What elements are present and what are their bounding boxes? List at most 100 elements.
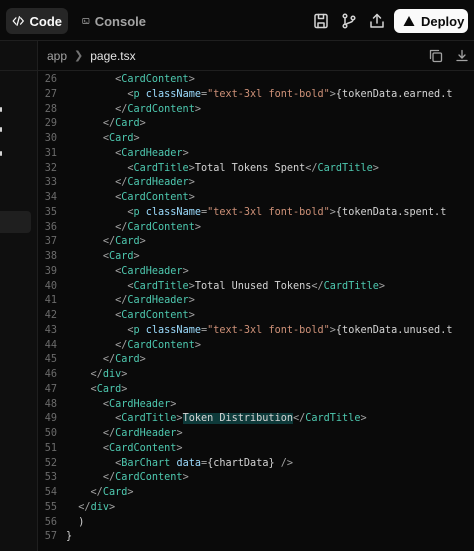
line-number: 53 bbox=[44, 472, 57, 484]
chevron-right-icon: ❯ bbox=[74, 50, 84, 62]
line-number: 57 bbox=[44, 531, 57, 543]
line-number: 38 bbox=[44, 251, 57, 262]
code-token: CardHeader bbox=[115, 428, 177, 439]
code-token: div bbox=[102, 369, 122, 380]
code-token: CardContent bbox=[108, 442, 177, 454]
line-text: </CardHeader> bbox=[66, 427, 183, 442]
line-text: <CardContent> bbox=[66, 442, 183, 457]
tree-item-selected[interactable] bbox=[0, 211, 31, 233]
code-token: </ bbox=[115, 221, 128, 233]
line-number: 35 bbox=[44, 206, 57, 218]
line-number: 52 bbox=[44, 457, 57, 469]
code-token: </ bbox=[102, 236, 116, 248]
branch-icon[interactable] bbox=[339, 11, 359, 31]
code-line: 32 <CardTitle>Total Tokens Spent</CardTi… bbox=[38, 162, 474, 177]
line-text: } bbox=[66, 530, 72, 545]
line-text: </CardHeader> bbox=[66, 294, 195, 309]
line-number: 37 bbox=[44, 236, 57, 248]
code-line: 46 </div> bbox=[38, 368, 474, 383]
share-icon[interactable] bbox=[367, 11, 387, 31]
line-text: <p className="text-3xl font-bold">{token… bbox=[66, 324, 452, 339]
breadcrumb-file[interactable]: page.tsx bbox=[90, 49, 135, 63]
line-number: 32 bbox=[44, 162, 57, 174]
line-number: 43 bbox=[44, 324, 57, 336]
code-token: Total Unused Tokens bbox=[194, 280, 312, 292]
code-token: CardContent bbox=[115, 472, 183, 484]
code-token: > bbox=[170, 398, 177, 410]
line-number: 29 bbox=[44, 118, 57, 130]
save-icon[interactable] bbox=[311, 11, 331, 31]
search-highlight: Token Distribution bbox=[182, 413, 293, 425]
code-token: CardHeader bbox=[127, 295, 189, 307]
code-token: > bbox=[182, 265, 189, 277]
code-area[interactable]: 26 <CardContent> 27 <p className="text-3x… bbox=[38, 73, 474, 551]
code-line: 44 </CardContent> bbox=[38, 339, 474, 354]
sidebar-header bbox=[0, 41, 38, 71]
code-line: 51 <CardContent> bbox=[38, 442, 474, 457]
code-line: 34 <CardContent> bbox=[38, 191, 474, 206]
code-token: CardTitle bbox=[133, 280, 189, 292]
tree-item-marker[interactable] bbox=[0, 107, 2, 112]
triangle-icon bbox=[403, 16, 415, 26]
download-icon[interactable] bbox=[454, 48, 470, 64]
code-line: 43 <p className="text-3xl font-bold">{to… bbox=[38, 324, 474, 339]
code-token: > bbox=[139, 354, 146, 366]
file-sidebar bbox=[0, 41, 38, 551]
code-token: > bbox=[182, 147, 189, 159]
line-text: </Card> bbox=[66, 353, 146, 368]
code-token: Card bbox=[96, 383, 122, 395]
code-token: </ bbox=[311, 280, 324, 292]
code-token: </ bbox=[115, 177, 128, 189]
line-number: 31 bbox=[44, 147, 57, 159]
code-token: > bbox=[378, 280, 385, 292]
line-number: 41 bbox=[44, 295, 57, 307]
code-line: 56 ) bbox=[38, 516, 474, 531]
code-token: > bbox=[108, 501, 116, 513]
tree-item-marker[interactable] bbox=[0, 127, 2, 132]
line-text: ) bbox=[66, 516, 84, 531]
line-number: 39 bbox=[44, 265, 57, 277]
code-token: CardContent bbox=[121, 310, 189, 321]
tab-console[interactable]: Console bbox=[76, 8, 152, 34]
tab-code[interactable]: Code bbox=[6, 8, 68, 34]
code-token: Card bbox=[115, 236, 140, 248]
code-token: > bbox=[133, 133, 140, 144]
code-line: 53 </CardContent> bbox=[38, 471, 474, 486]
code-token: </ bbox=[115, 103, 128, 115]
line-text: </CardHeader> bbox=[66, 176, 195, 191]
line-text: </CardContent> bbox=[66, 103, 201, 118]
breadcrumb-folder[interactable]: app bbox=[47, 49, 67, 63]
code-token: } bbox=[66, 531, 73, 543]
line-number: 33 bbox=[44, 177, 57, 189]
line-number: 51 bbox=[44, 442, 57, 454]
code-icon bbox=[12, 16, 24, 26]
code-line: 30 <Card> bbox=[38, 132, 474, 147]
line-text: <p className="text-3xl font-bold">{token… bbox=[66, 206, 446, 221]
line-text: </CardContent> bbox=[66, 339, 201, 354]
code-token: </ bbox=[102, 428, 116, 439]
line-number: 49 bbox=[44, 413, 57, 425]
copy-icon[interactable] bbox=[428, 48, 444, 64]
line-number: 34 bbox=[44, 192, 57, 203]
code-token: > bbox=[127, 487, 134, 498]
tree-item-marker[interactable] bbox=[0, 151, 2, 156]
line-text: <Card> bbox=[66, 132, 140, 147]
code-token: CardTitle bbox=[317, 162, 373, 174]
code-line: 27 <p className="text-3xl font-bold">{to… bbox=[38, 88, 474, 103]
top-bar: Code Console Deploy bbox=[0, 0, 474, 41]
code-token: > bbox=[176, 428, 183, 439]
code-line: 50 </CardHeader> bbox=[38, 427, 474, 442]
deploy-button[interactable]: Deploy bbox=[394, 9, 468, 33]
